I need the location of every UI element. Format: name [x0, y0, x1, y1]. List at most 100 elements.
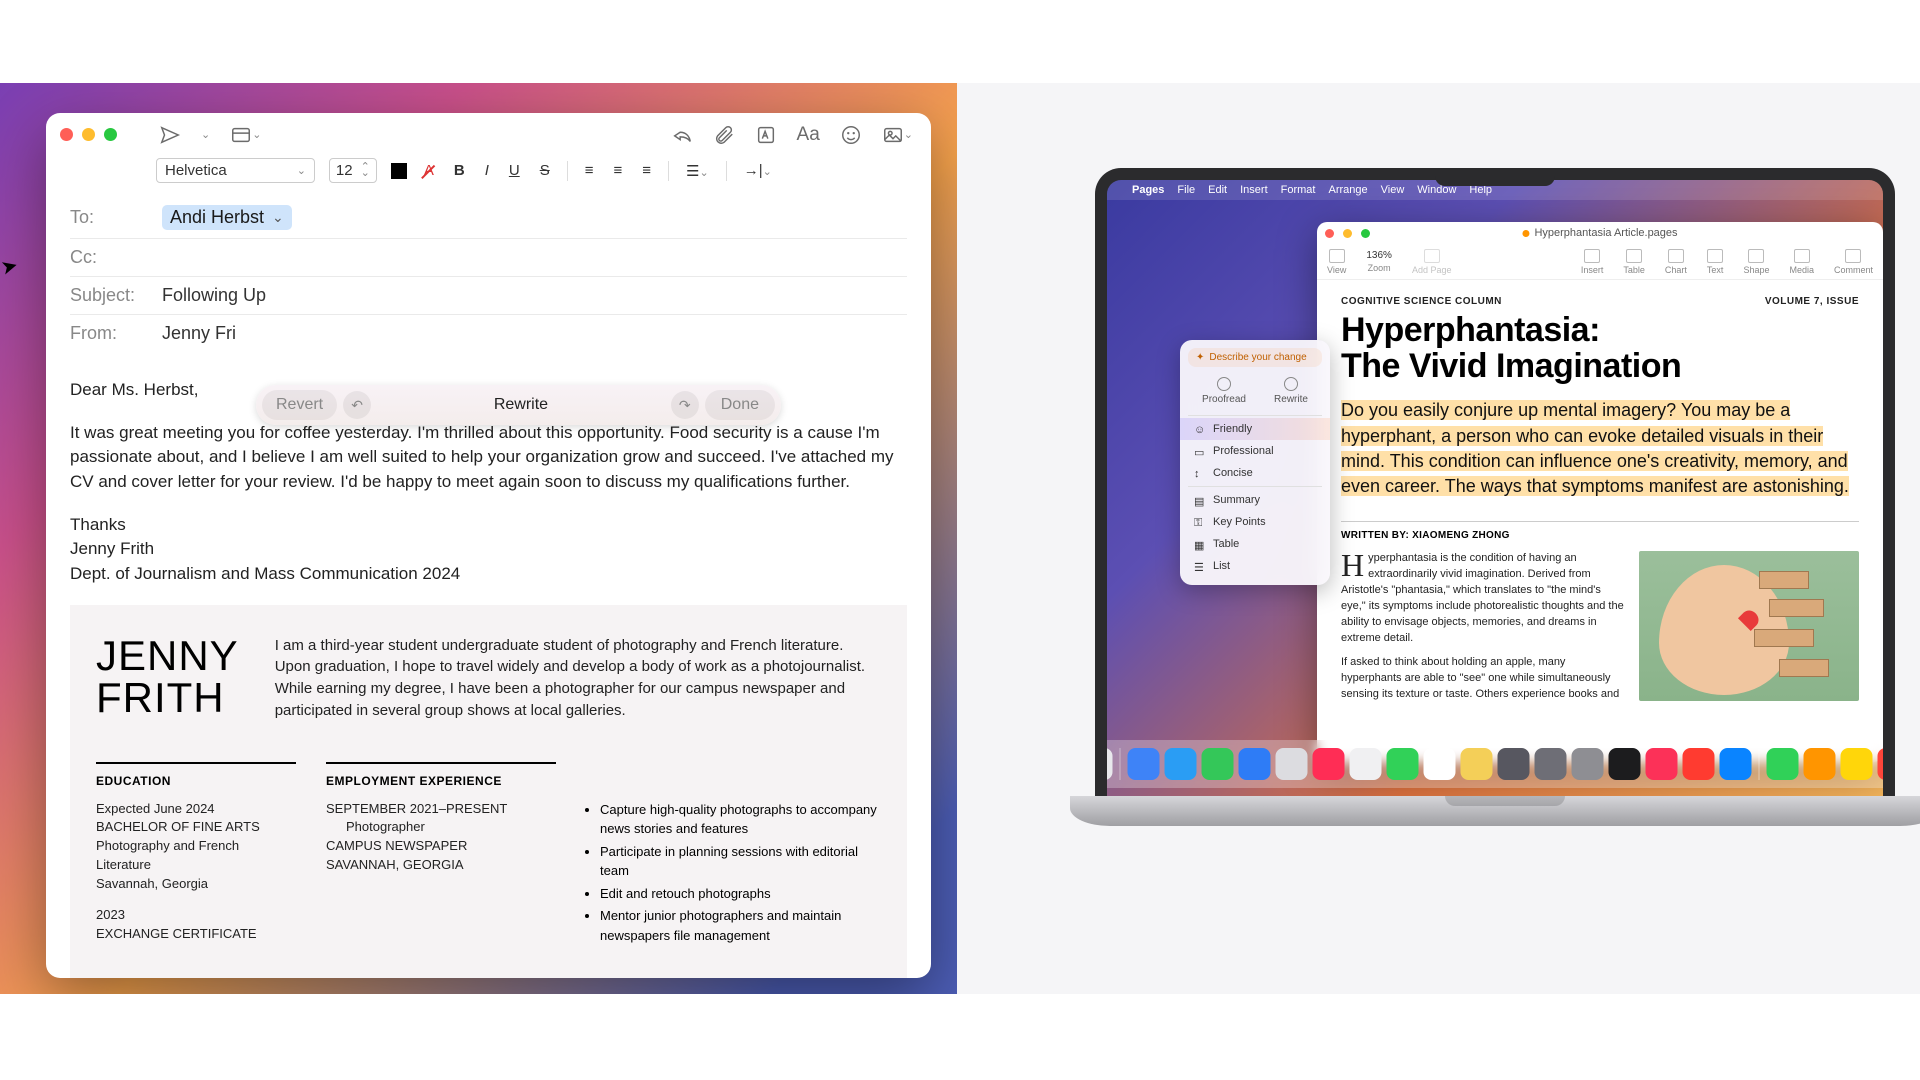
professional-label: Professional — [1213, 445, 1274, 457]
dock-app-icon[interactable] — [1202, 748, 1234, 780]
dock-app-icon[interactable] — [1128, 748, 1160, 780]
tone-professional-item[interactable]: ▭ Professional — [1180, 440, 1330, 462]
minimize-button[interactable] — [1343, 229, 1352, 238]
dock-app-icon[interactable] — [1107, 748, 1113, 780]
laptop-scene: Pages File Edit Insert Format Arrange Vi… — [957, 83, 1920, 994]
bold-button[interactable]: B — [451, 162, 468, 179]
align-left-icon[interactable]: ≡ — [582, 162, 597, 179]
menubar-item[interactable]: Edit — [1208, 184, 1227, 196]
table-button[interactable]: Table — [1623, 249, 1645, 275]
recipient-token[interactable]: Andi Herbst — [162, 205, 292, 230]
align-center-icon[interactable]: ≡ — [610, 162, 625, 179]
underline-button[interactable]: U — [506, 162, 523, 179]
format-icon[interactable] — [751, 122, 781, 148]
text-button[interactable]: Text — [1707, 249, 1724, 275]
chart-button[interactable]: Chart — [1665, 249, 1687, 275]
view-button[interactable]: View — [1327, 249, 1346, 275]
dock-app-icon[interactable] — [1720, 748, 1752, 780]
menubar-item[interactable]: Insert — [1240, 184, 1268, 196]
close-button[interactable] — [1325, 229, 1334, 238]
dock-app-icon[interactable] — [1276, 748, 1308, 780]
attach-icon[interactable] — [709, 122, 739, 148]
clear-style-icon[interactable]: A — [421, 162, 437, 179]
zoom-button[interactable]: 136%Zoom — [1366, 250, 1392, 273]
dock-app-icon[interactable] — [1609, 748, 1641, 780]
mail-desktop: ⌄ ⌄ Aa ⌄ Helvetica⌄ 12⌃⌄ A B I U — [0, 83, 957, 994]
resume-name: JENNY FRITH — [96, 635, 239, 722]
strikethrough-button[interactable]: S — [537, 162, 553, 179]
dock-app-icon[interactable] — [1683, 748, 1715, 780]
list-item[interactable]: ☰List — [1180, 555, 1330, 577]
to-field[interactable]: To: Andi Herbst — [70, 197, 907, 239]
add-page-button[interactable]: Add Page — [1412, 249, 1452, 275]
font-family-select[interactable]: Helvetica⌄ — [156, 158, 315, 183]
list-icon[interactable]: ☰⌄ — [683, 162, 712, 180]
keypoints-item[interactable]: ⚿Key Points — [1180, 511, 1330, 533]
dock-app-icon[interactable] — [1313, 748, 1345, 780]
menubar-app-name[interactable]: Pages — [1132, 184, 1164, 196]
from-field[interactable]: From: Jenny Fri — [70, 315, 907, 352]
dock-app-icon[interactable] — [1165, 748, 1197, 780]
close-button[interactable] — [60, 128, 73, 141]
zoom-button[interactable] — [104, 128, 117, 141]
align-right-icon[interactable]: ≡ — [639, 162, 654, 179]
doc-byline: WRITTEN BY: XIAOMENG ZHONG — [1341, 530, 1859, 541]
dock-app-icon[interactable] — [1239, 748, 1271, 780]
table-item[interactable]: ▦Table — [1180, 533, 1330, 555]
dock-app-icon[interactable] — [1646, 748, 1678, 780]
tone-friendly-item[interactable]: ☺Friendly — [1180, 418, 1330, 440]
menubar-item[interactable]: Format — [1281, 184, 1316, 196]
dock-app-icon[interactable] — [1424, 748, 1456, 780]
pages-titlebar: Hyperphantasia Article.pages — [1317, 222, 1883, 244]
menubar-item[interactable]: View — [1381, 184, 1405, 196]
dock-app-icon[interactable] — [1767, 748, 1799, 780]
dock-app-icon[interactable] — [1387, 748, 1419, 780]
dock-app-icon[interactable] — [1350, 748, 1382, 780]
indent-icon[interactable]: →|⌄ — [741, 162, 775, 179]
dock-app-icon[interactable] — [1804, 748, 1836, 780]
send-icon[interactable] — [155, 122, 185, 148]
emoji-icon[interactable] — [836, 122, 866, 148]
italic-button[interactable]: I — [482, 162, 492, 179]
doc-issue: VOLUME 7, ISSUE — [1765, 296, 1859, 307]
dock-app-icon[interactable] — [1461, 748, 1493, 780]
dock-app-icon[interactable] — [1535, 748, 1567, 780]
table-icon — [1626, 249, 1642, 263]
subject-field[interactable]: Subject: Following Up — [70, 277, 907, 315]
rewrite-button[interactable]: Rewrite — [1274, 377, 1308, 405]
media-button[interactable]: Media — [1789, 249, 1814, 275]
send-menu-chevron-icon[interactable]: ⌄ — [197, 126, 214, 143]
dock-app-icon[interactable] — [1878, 748, 1884, 780]
minimize-button[interactable] — [82, 128, 95, 141]
doc-p2: If asked to think about holding an apple… — [1341, 655, 1625, 703]
undo-icon[interactable]: ↶ — [343, 391, 371, 419]
header-fields-icon[interactable]: ⌄ — [226, 122, 265, 148]
briefcase-icon: ▭ — [1194, 446, 1205, 457]
body-signature: Thanks Jenny Frith Dept. of Journalism a… — [70, 513, 907, 587]
reply-icon[interactable] — [667, 122, 697, 148]
zoom-button[interactable] — [1361, 229, 1370, 238]
edu-item: Photography and French Literature — [96, 837, 296, 875]
revert-button[interactable]: Revert — [262, 390, 337, 420]
dock-app-icon[interactable] — [1498, 748, 1530, 780]
dock-app-icon[interactable] — [1841, 748, 1873, 780]
font-size-select[interactable]: 12⌃⌄ — [329, 158, 377, 183]
proofread-button[interactable]: Proofread — [1202, 377, 1246, 405]
redo-icon[interactable]: ↷ — [671, 391, 699, 419]
done-button[interactable]: Done — [705, 390, 775, 420]
doc-kicker: COGNITIVE SCIENCE COLUMN — [1341, 296, 1502, 307]
photo-icon[interactable]: ⌄ — [878, 122, 917, 148]
text-color-swatch[interactable] — [391, 163, 407, 179]
menubar-item[interactable]: File — [1177, 184, 1195, 196]
menubar-item[interactable]: Arrange — [1328, 184, 1367, 196]
dock-app-icon[interactable] — [1572, 748, 1604, 780]
font-icon[interactable]: Aa — [793, 122, 824, 148]
tone-concise-item[interactable]: ↕Concise — [1180, 462, 1330, 484]
summary-item[interactable]: ▤Summary — [1180, 489, 1330, 511]
cc-field[interactable]: Cc: — [70, 239, 907, 277]
insert-button[interactable]: Insert — [1581, 249, 1604, 275]
describe-change-field[interactable]: ✦Describe your change — [1188, 348, 1322, 367]
comment-button[interactable]: Comment — [1834, 249, 1873, 275]
shape-button[interactable]: Shape — [1743, 249, 1769, 275]
document-page[interactable]: COGNITIVE SCIENCE COLUMN VOLUME 7, ISSUE… — [1317, 280, 1883, 727]
